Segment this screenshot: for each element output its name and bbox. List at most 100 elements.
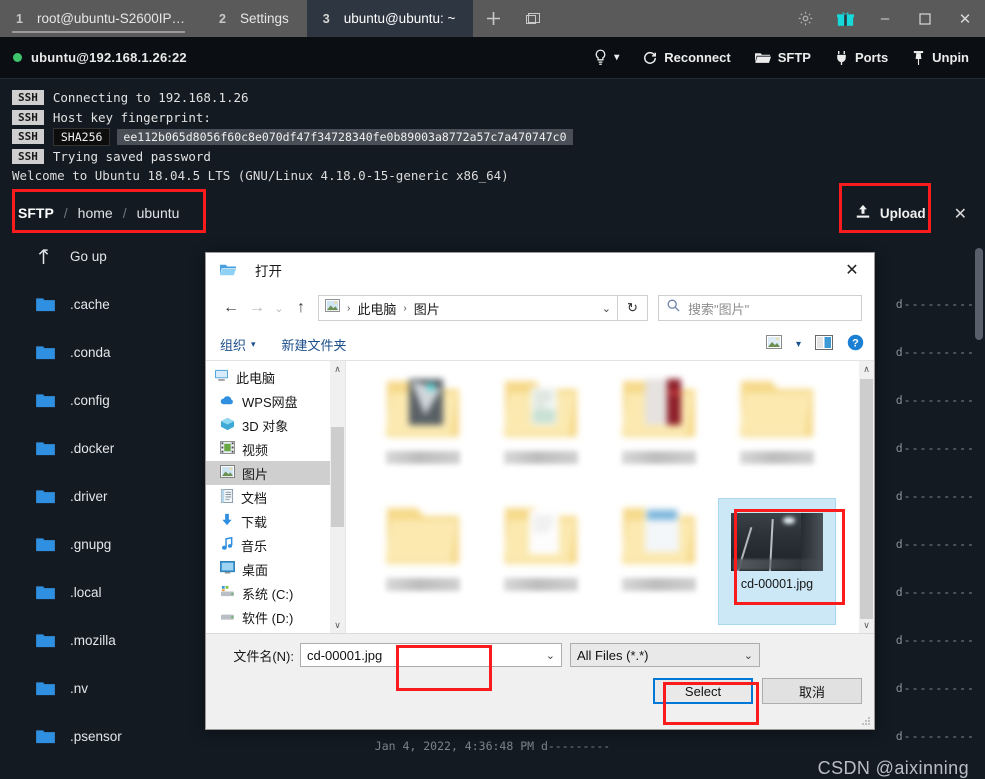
new-tab-button[interactable] xyxy=(473,0,513,37)
tree-item-videos[interactable]: 视频 xyxy=(206,437,345,461)
go-up-label: Go up xyxy=(70,248,107,264)
dialog-file-grid[interactable]: cd-00001.jpg ∧ ∨ xyxy=(346,361,874,633)
gear-icon[interactable] xyxy=(785,0,825,37)
view-layout-icon[interactable] xyxy=(765,335,782,354)
sftp-header: SFTP / home / ubuntu Upload ✕ xyxy=(0,189,985,237)
address-segment-pictures[interactable]: 图片 xyxy=(414,299,440,318)
reconnect-button[interactable]: Reconnect xyxy=(631,37,742,79)
file-label-blurred xyxy=(622,578,696,591)
folder-icon xyxy=(36,297,70,312)
tree-scrollbar[interactable]: ∧ ∨ xyxy=(330,361,345,633)
back-button[interactable]: ← xyxy=(218,295,244,321)
tree-item-system-drive[interactable]: 系统 (C:) xyxy=(206,581,345,605)
dialog-footer: 文件名(N): cd-00001.jpg ⌄ All Files (*.*) ⌄… xyxy=(206,633,874,729)
tree-scroll-thumb[interactable] xyxy=(331,427,344,527)
split-pane-icon[interactable] xyxy=(513,0,553,37)
tree-item-wps-cloud[interactable]: WPS网盘 xyxy=(206,389,345,413)
music-icon xyxy=(220,536,234,554)
tab-3[interactable]: 3 ubuntu@ubuntu: ~ xyxy=(306,0,474,37)
select-button[interactable]: Select xyxy=(653,678,753,704)
folder-icon xyxy=(36,633,70,648)
sftp-file-name: .nv xyxy=(70,680,89,696)
filetype-select[interactable]: All Files (*.*) ⌄ xyxy=(570,643,760,667)
dialog-navigation-tree[interactable]: 此电脑 WPS网盘 3D 对象 视频 图片 文档 下载 音乐 桌面 系统 (C:… xyxy=(206,361,346,633)
forward-button[interactable]: → xyxy=(244,295,270,321)
file-cell[interactable] xyxy=(600,498,718,625)
tree-item-software-drive[interactable]: 软件 (D:) xyxy=(206,605,345,629)
tree-scroll-up-icon[interactable]: ∧ xyxy=(330,361,345,377)
sftp-button[interactable]: SFTP xyxy=(743,37,823,79)
chevron-down-icon[interactable]: ⌄ xyxy=(744,649,753,662)
reconnect-label: Reconnect xyxy=(664,50,731,65)
preview-pane-icon[interactable] xyxy=(815,334,833,355)
ports-button[interactable]: Ports xyxy=(823,37,900,79)
sftp-file-permissions: d--------- xyxy=(895,681,975,695)
folder-thumbnail-icon xyxy=(499,375,583,443)
tree-item-downloads[interactable]: 下载 xyxy=(206,509,345,533)
tree-scroll-down-icon[interactable]: ∨ xyxy=(330,617,345,633)
organize-button[interactable]: 组织 ▾ xyxy=(220,335,256,354)
file-cell[interactable] xyxy=(364,371,482,498)
help-icon[interactable]: ? xyxy=(847,334,864,356)
tree-item-label: 音乐 xyxy=(241,538,268,554)
file-cell[interactable] xyxy=(482,371,600,498)
tab-1[interactable]: 1 root@ubuntu-S2600IP… xyxy=(0,0,203,37)
file-label-blurred xyxy=(740,451,814,464)
files-scroll-down-icon[interactable]: ∨ xyxy=(859,617,874,633)
sftp-close-button[interactable]: ✕ xyxy=(944,198,977,230)
address-dropdown-caret[interactable]: ⌄ xyxy=(602,302,611,315)
filename-row: 文件名(N): cd-00001.jpg ⌄ All Files (*.*) ⌄ xyxy=(206,634,874,676)
tree-item-label: WPS网盘 xyxy=(242,394,298,410)
address-bar[interactable]: › 此电脑 › 图片 ⌄ xyxy=(318,295,618,321)
resize-grip-icon[interactable] xyxy=(861,716,871,726)
tree-item-music[interactable]: 音乐 xyxy=(206,533,345,557)
tree-item-desktop[interactable]: 桌面 xyxy=(206,557,345,581)
filename-input[interactable]: cd-00001.jpg ⌄ xyxy=(300,643,562,667)
up-button[interactable]: ↑ xyxy=(288,295,314,321)
dialog-search-box[interactable]: 搜索"图片" xyxy=(658,295,862,321)
new-folder-button[interactable]: 新建文件夹 xyxy=(282,335,347,354)
terminal-output[interactable]: SSH Connecting to 192.168.1.26 SSH Host … xyxy=(0,79,985,189)
sftp-file-name: .cache xyxy=(70,296,110,312)
dialog-command-bar: 组织 ▾ 新建文件夹 ▾ ? xyxy=(206,329,874,361)
unpin-button[interactable]: Unpin xyxy=(900,37,985,79)
view-caret-icon[interactable]: ▾ xyxy=(796,339,801,350)
dialog-close-button[interactable]: ✕ xyxy=(830,253,874,287)
breadcrumb-root[interactable]: SFTP xyxy=(18,205,54,221)
terminal-line-fingerprint: SSH SHA256 ee112b065d8056f60c8e070df47f3… xyxy=(12,127,985,147)
cancel-button[interactable]: 取消 xyxy=(762,678,862,704)
files-scroll-up-icon[interactable]: ∧ xyxy=(859,361,874,377)
search-icon xyxy=(667,299,680,317)
sftp-status-line: Jan 4, 2022, 4:36:48 PM d--------- xyxy=(374,739,611,753)
file-cell[interactable] xyxy=(718,371,836,498)
breadcrumb-segment-ubuntu[interactable]: ubuntu xyxy=(137,205,180,221)
sftp-breadcrumb[interactable]: SFTP / home / ubuntu xyxy=(18,205,179,221)
file-cell-selected[interactable]: cd-00001.jpg xyxy=(718,498,836,625)
ports-label: Ports xyxy=(854,50,889,65)
sftp-file-permissions: d--------- xyxy=(895,345,975,359)
close-button[interactable]: ✕ xyxy=(945,0,985,37)
file-cell[interactable] xyxy=(364,498,482,625)
tree-item-3d-objects[interactable]: 3D 对象 xyxy=(206,413,345,437)
hints-button[interactable]: ▾ xyxy=(582,37,631,79)
tab-2[interactable]: 2 Settings xyxy=(203,0,307,37)
file-cell[interactable] xyxy=(482,498,600,625)
breadcrumb-segment-home[interactable]: home xyxy=(78,205,113,221)
file-cell[interactable] xyxy=(600,371,718,498)
tree-item-documents[interactable]: 文档 xyxy=(206,485,345,509)
tree-item-pictures[interactable]: 图片 xyxy=(206,461,345,485)
address-segment-computer[interactable]: 此电脑 xyxy=(357,299,396,318)
recent-locations-button[interactable]: ⌄ xyxy=(270,295,288,321)
folder-open-icon xyxy=(754,51,771,65)
maximize-button[interactable] xyxy=(905,0,945,37)
minimize-button[interactable]: – xyxy=(865,0,905,37)
gift-icon[interactable] xyxy=(825,0,865,37)
upload-button[interactable]: Upload xyxy=(841,195,940,232)
files-scroll-thumb[interactable] xyxy=(860,379,873,619)
file-grid-scrollbar[interactable]: ∧ ∨ xyxy=(859,361,874,633)
sftp-scrollbar[interactable] xyxy=(975,248,983,340)
chevron-down-icon[interactable]: ⌄ xyxy=(546,649,555,662)
sha256-badge: SHA256 xyxy=(52,127,111,146)
refresh-button[interactable]: ↻ xyxy=(618,295,648,321)
tree-item-this-pc[interactable]: 此电脑 xyxy=(206,365,345,389)
